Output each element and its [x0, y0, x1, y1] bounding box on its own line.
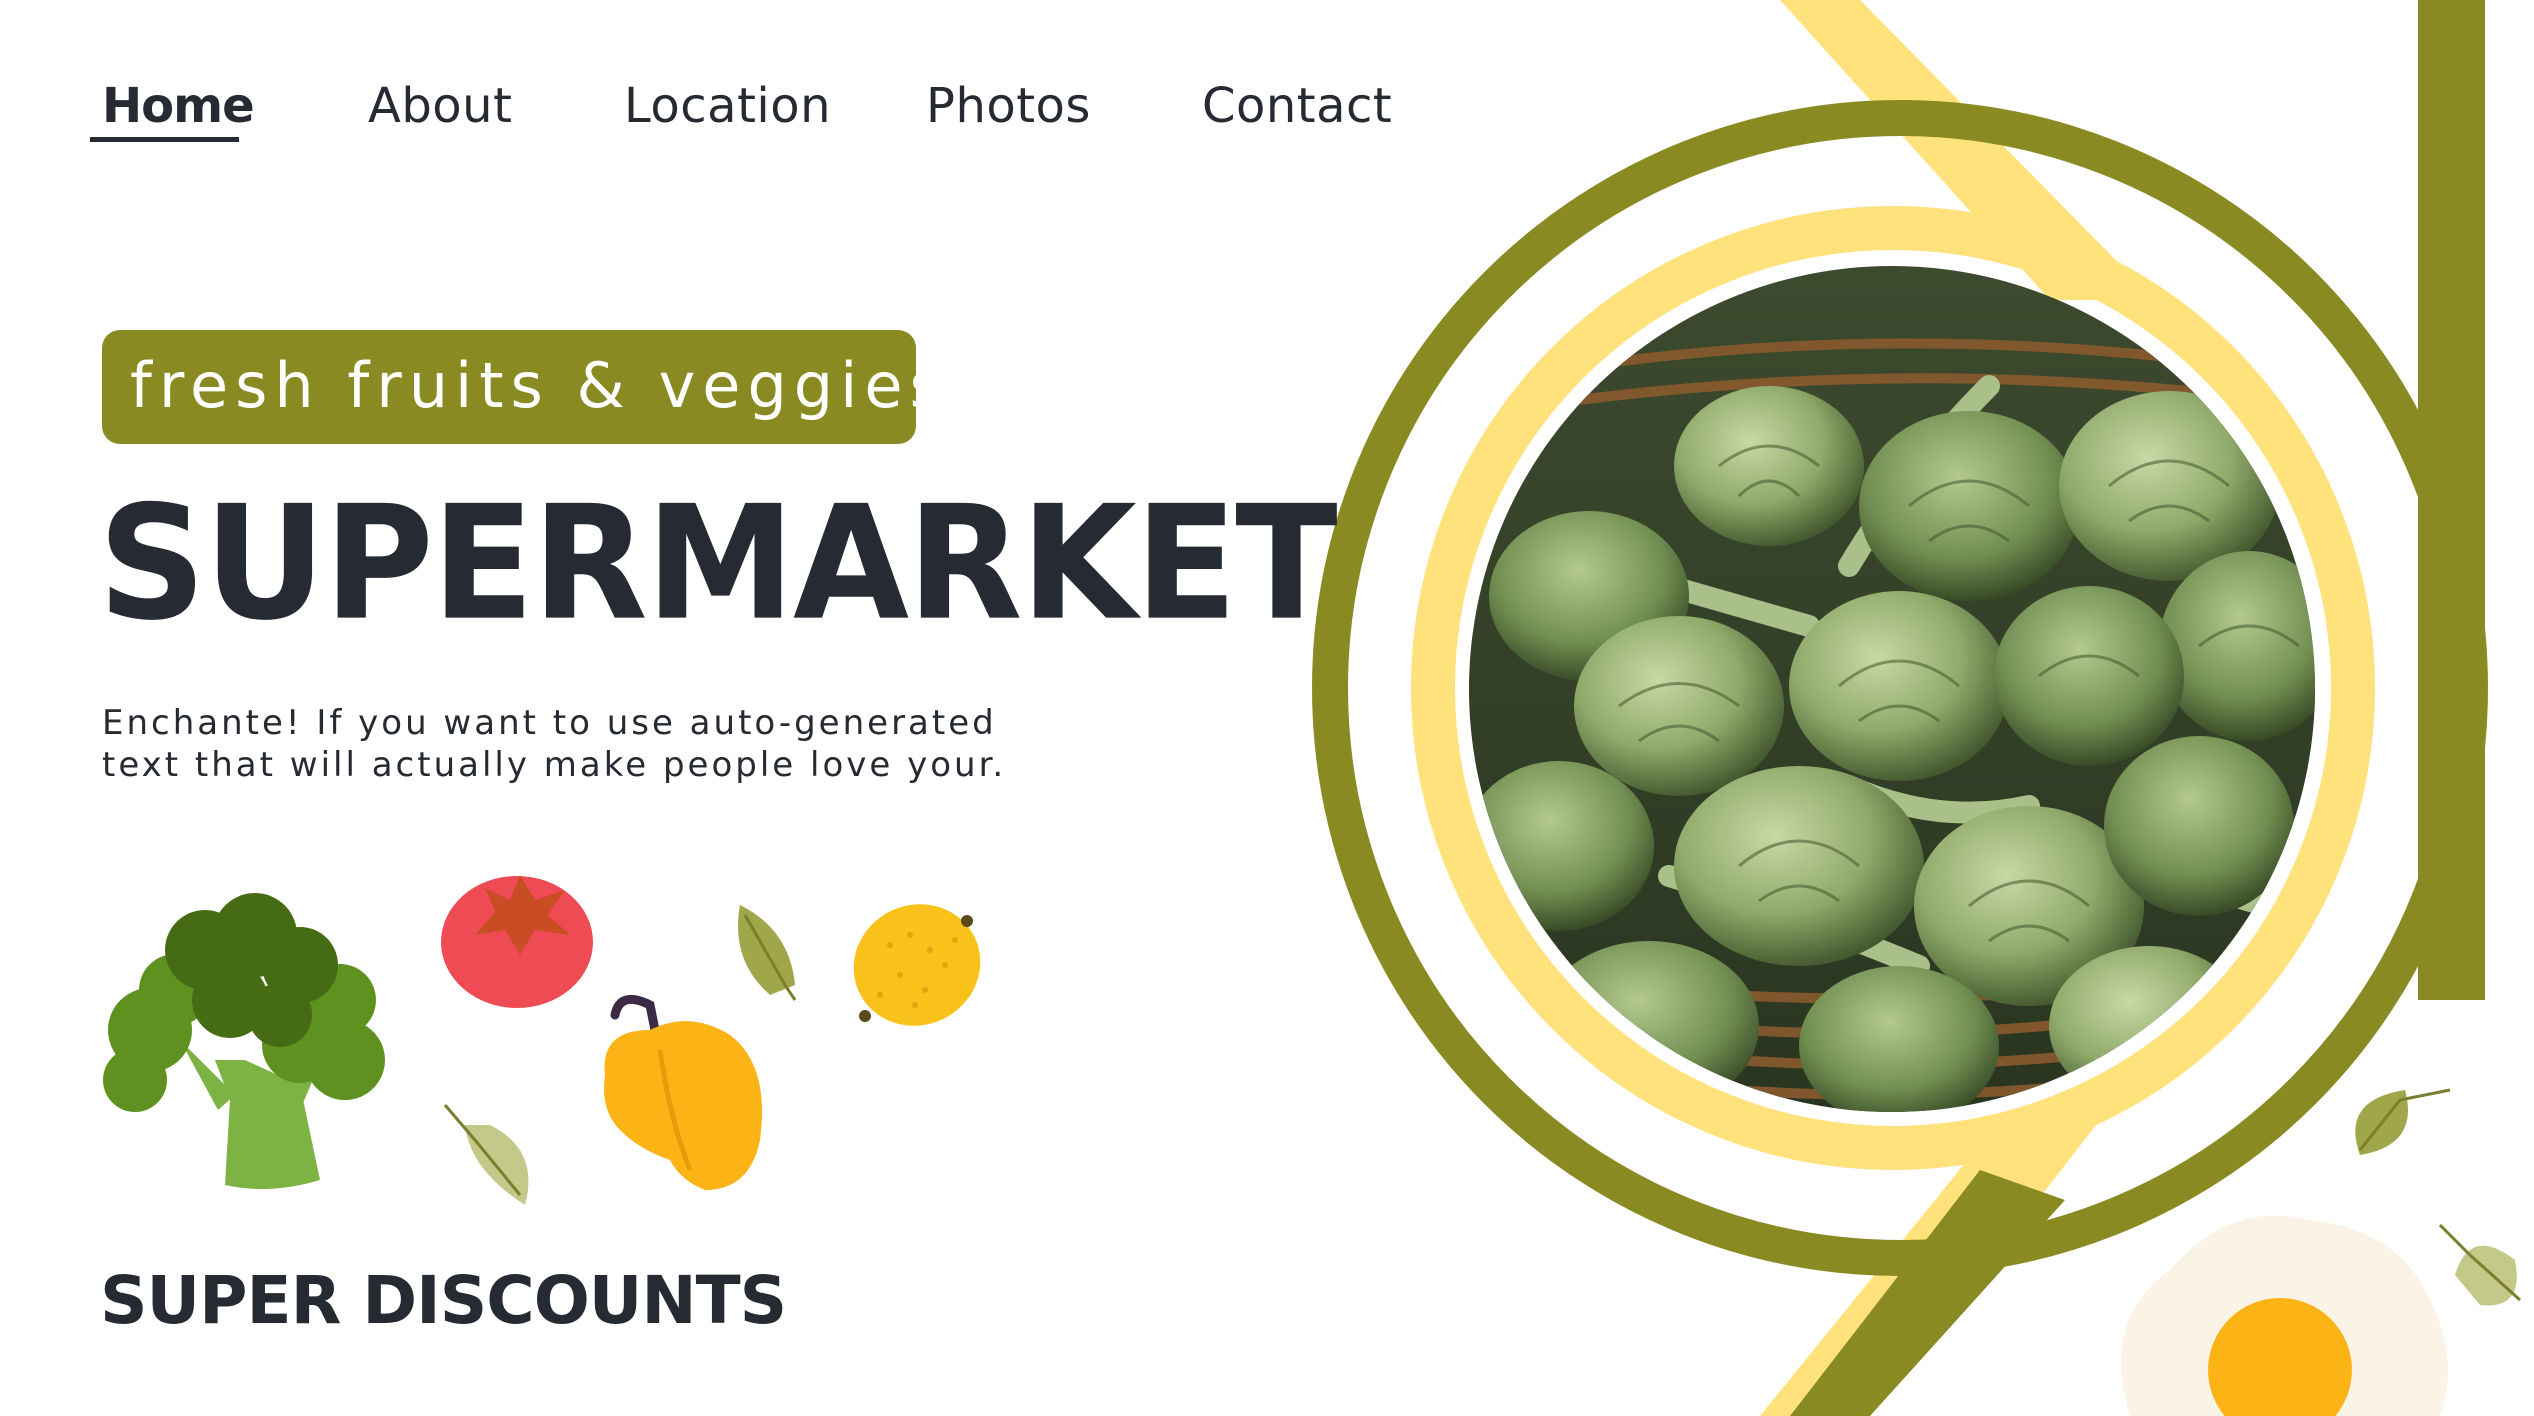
- bottom-olive-stripe: [1790, 1170, 2065, 1416]
- page-title: SUPERMARKET: [98, 472, 1338, 656]
- nav-contact-link[interactable]: Contact: [1202, 78, 1392, 134]
- nav-home-link[interactable]: Home: [102, 78, 255, 134]
- tagline-text: fresh fruits & veggies: [130, 349, 949, 422]
- discounts-heading: SUPER DISCOUNTS: [100, 1262, 787, 1339]
- hero-photo-artichokes: [1469, 266, 2315, 1112]
- nav-about-link[interactable]: About: [368, 78, 512, 134]
- hero-description: Enchante! If you want to use auto-genera…: [102, 702, 1042, 786]
- main-nav: Home About Location Photos Contact: [0, 0, 1500, 150]
- nav-location-link[interactable]: Location: [624, 78, 831, 134]
- hero-description-line-2: text that will actually make people love…: [102, 745, 1007, 785]
- hero-description-line-1: Enchante! If you want to use auto-genera…: [102, 703, 997, 743]
- nav-photos-link[interactable]: Photos: [926, 78, 1091, 134]
- nav-active-underline: [90, 137, 239, 142]
- tagline-badge: fresh fruits & veggies: [102, 330, 942, 444]
